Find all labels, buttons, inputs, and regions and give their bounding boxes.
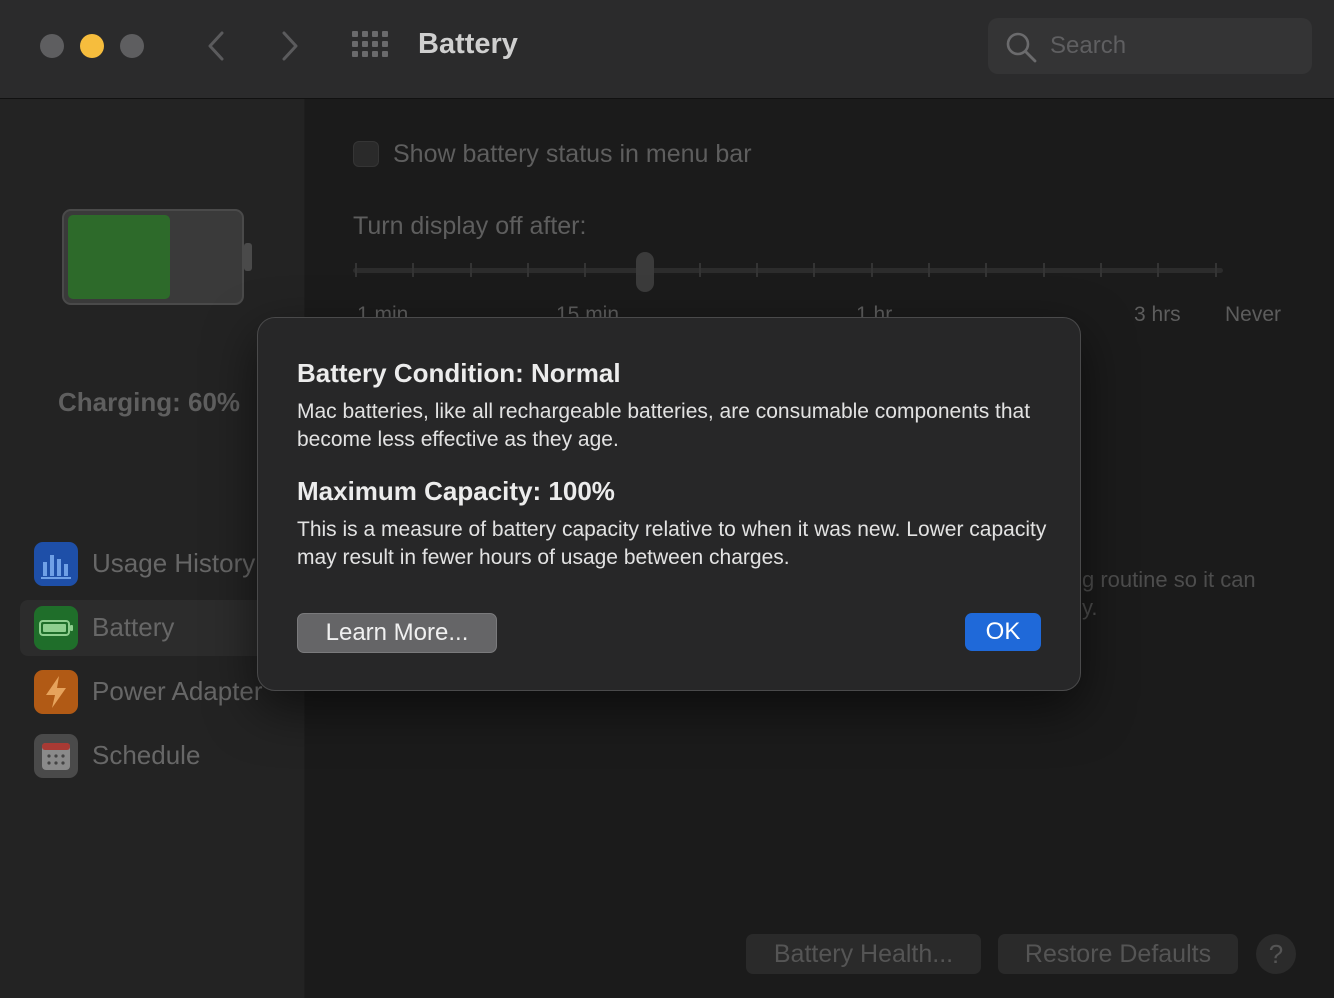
sidebar-item-label: Battery (92, 612, 175, 642)
optimized-charging-description: g routine so it can (1082, 567, 1256, 592)
minimize-window-button[interactable] (80, 34, 104, 58)
chevron-left-icon (208, 31, 224, 61)
ok-button[interactable]: OK (965, 613, 1041, 651)
show-all-grid-icon[interactable] (352, 31, 388, 59)
show-battery-status-checkbox[interactable] (353, 141, 379, 167)
slider-tick (584, 263, 586, 277)
charging-status-label: Charging: 60% (58, 387, 241, 417)
display-off-label: Turn display off after: (353, 212, 587, 240)
forward-button[interactable] (270, 26, 310, 66)
zoom-window-button[interactable] (120, 34, 144, 58)
slider-tick (527, 263, 529, 277)
slider-tick (928, 263, 930, 277)
slider-tick (985, 263, 987, 277)
sidebar-item-label: Schedule (92, 740, 201, 770)
slider-tick (470, 263, 472, 277)
battery-level-icon (62, 209, 252, 305)
battery-health-button[interactable]: Battery Health... (746, 934, 981, 974)
slider-tick (699, 263, 701, 277)
slider-tick (1215, 263, 1217, 277)
lightning-bolt-icon (34, 670, 78, 714)
calendar-icon (34, 734, 78, 778)
sidebar-item-label: Power Adapter (92, 676, 263, 706)
learn-more-button[interactable]: Learn More... (297, 613, 497, 653)
maximum-capacity-heading: Maximum Capacity: 100% (297, 476, 615, 506)
battery-icon (34, 606, 78, 650)
maximum-capacity-body: This is a measure of battery capacity re… (297, 518, 1047, 569)
chevron-right-icon (282, 31, 298, 61)
sidebar-item-schedule[interactable]: Schedule (20, 728, 304, 784)
restore-defaults-button[interactable]: Restore Defaults (998, 934, 1238, 974)
slider-tick (813, 263, 815, 277)
slider-tick (355, 263, 357, 277)
search-input[interactable] (1050, 32, 1290, 60)
optimized-charging-description-end: y. (1082, 595, 1098, 620)
tick-label-never: Never (1225, 303, 1282, 326)
help-button[interactable]: ? (1256, 934, 1296, 974)
slider-tick (1157, 263, 1159, 277)
back-button[interactable] (196, 26, 236, 66)
close-window-button[interactable] (40, 34, 64, 58)
slider-tick (756, 263, 758, 277)
show-battery-status-label: Show battery status in menu bar (393, 140, 752, 168)
battery-health-dialog: Battery Condition: Normal Mac batteries,… (257, 317, 1081, 691)
bar-chart-icon (34, 542, 78, 586)
slider-tick (871, 263, 873, 277)
magnifying-glass-icon (1006, 32, 1037, 63)
search-field[interactable] (988, 18, 1312, 74)
system-preferences-window: Battery Charging: 60% (0, 0, 1334, 998)
display-off-slider-knob[interactable] (636, 252, 654, 292)
title-bar: Battery (0, 0, 1334, 99)
window-title: Battery (418, 28, 518, 60)
slider-tick (1043, 263, 1045, 277)
battery-condition-body: Mac batteries, like all rechargeable bat… (297, 400, 1031, 451)
sidebar-item-label: Usage History (92, 548, 256, 578)
slider-tick (412, 263, 414, 277)
tick-label-3-hrs: 3 hrs (1134, 303, 1181, 326)
display-off-slider-track[interactable] (353, 268, 1223, 273)
slider-tick (1100, 263, 1102, 277)
battery-condition-heading: Battery Condition: Normal (297, 358, 621, 388)
